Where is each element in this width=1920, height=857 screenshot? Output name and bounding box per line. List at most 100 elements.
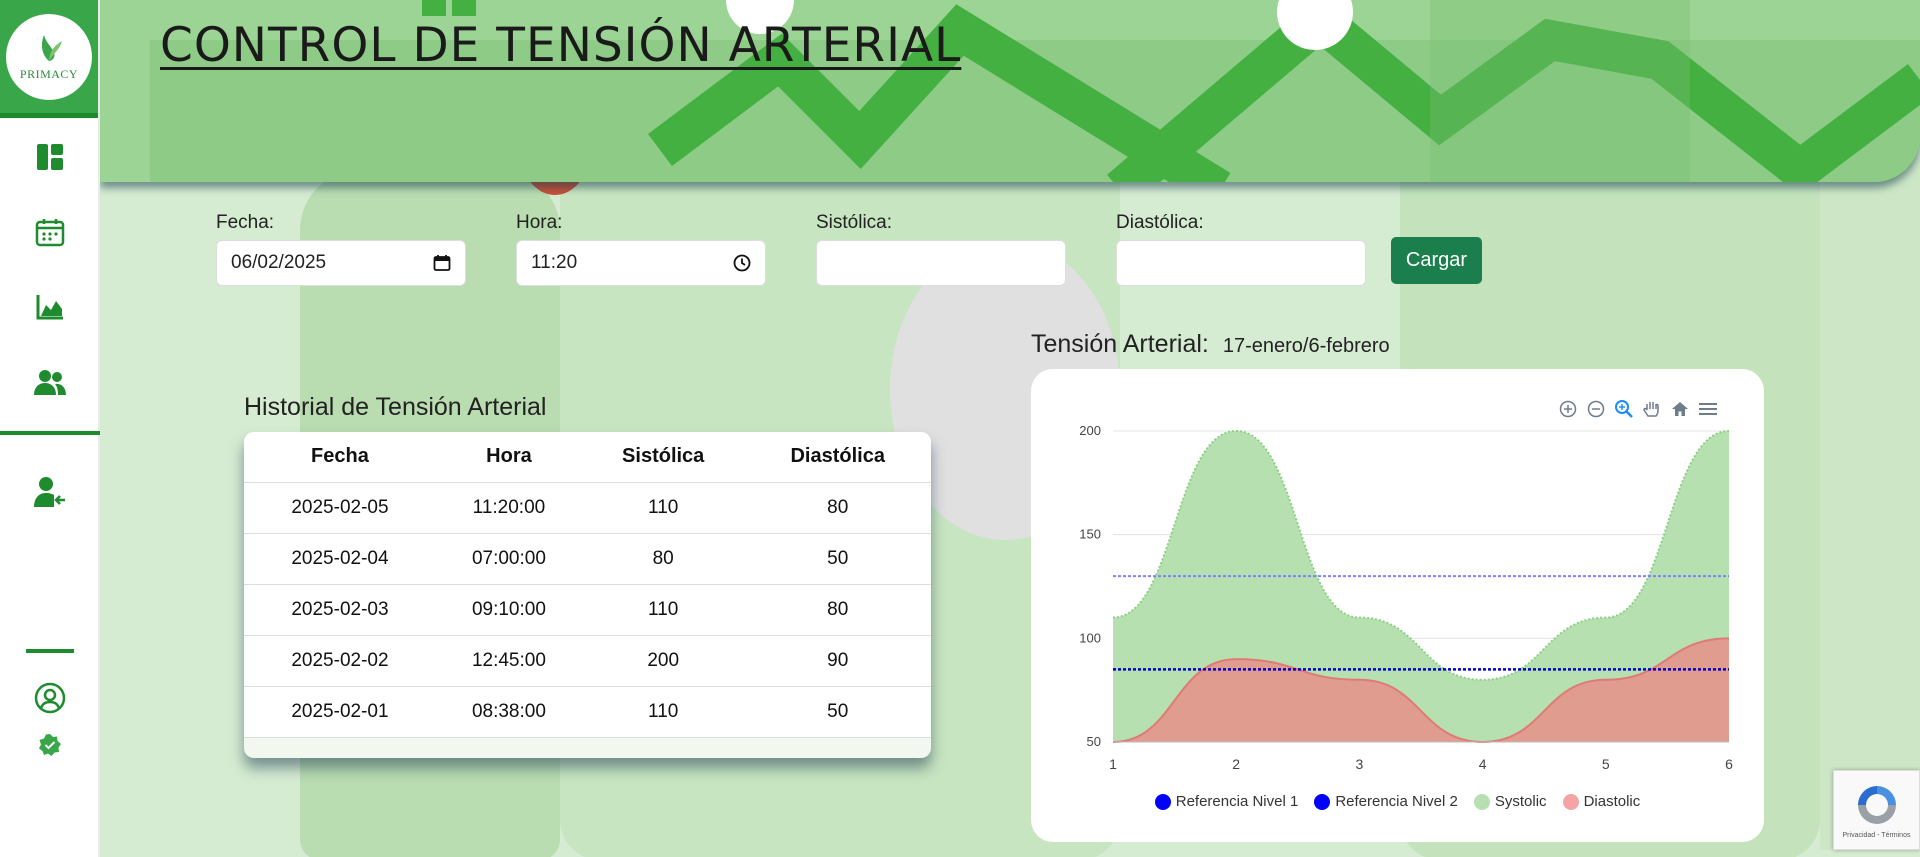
sidebar: PRIMACY xyxy=(0,0,100,857)
user-circle-icon xyxy=(34,682,66,714)
fecha-value: 06/02/2025 xyxy=(231,252,327,273)
column-header-fecha: Fecha xyxy=(244,432,436,483)
history-table: Fecha Hora Sistólica Diastólica 2025-02-… xyxy=(244,432,931,738)
legend-item[interactable]: Referencia Nivel 2 xyxy=(1314,793,1458,810)
x-tick-label: 4 xyxy=(1479,756,1487,772)
calendar-picker-icon[interactable] xyxy=(433,254,451,272)
hora-label: Hora: xyxy=(516,212,563,233)
verified-badge-icon xyxy=(39,734,61,756)
legend-label: Systolic xyxy=(1494,793,1547,810)
diastolica-input[interactable] xyxy=(1116,240,1366,286)
table-row: 2025-02-01 08:38:00 110 50 xyxy=(244,686,931,738)
column-header-diastolica: Diastólica xyxy=(744,432,931,483)
cell-fecha: 2025-02-04 xyxy=(244,533,436,585)
fecha-field: Fecha: 06/02/2025 xyxy=(216,212,466,286)
leaf-icon xyxy=(41,35,62,61)
cell-hora: 09:10:00 xyxy=(435,584,582,636)
legend-marker xyxy=(1562,793,1579,810)
logo-text: PRIMACY xyxy=(19,67,79,81)
table-header-row: Fecha Hora Sistólica Diastólica xyxy=(244,432,931,483)
clock-icon[interactable] xyxy=(733,254,751,272)
legend-marker xyxy=(1154,793,1171,810)
cell-hora: 08:38:00 xyxy=(435,686,582,738)
sistolica-label: Sistólica: xyxy=(816,212,893,233)
recaptcha-text: Privacidad - Términos xyxy=(1842,831,1911,839)
user-return-icon xyxy=(34,477,65,507)
sistolica-field: Sistólica: xyxy=(816,212,1066,286)
cell-diastolica: 50 xyxy=(744,533,931,585)
history-title: Historial de Tensión Arterial xyxy=(244,393,547,421)
y-tick-label: 50 xyxy=(1087,734,1101,749)
legend-label: Referencia Nivel 1 xyxy=(1175,793,1299,810)
cell-hora: 07:00:00 xyxy=(435,533,582,585)
dashboard-icon xyxy=(37,144,63,170)
sidebar-divider-short xyxy=(26,649,74,653)
chart-legend: Referencia Nivel 1 Referencia Nivel 2 Sy… xyxy=(1031,793,1764,810)
legend-label: Diastolic xyxy=(1583,793,1641,810)
cell-sistolica: 200 xyxy=(581,635,745,687)
chart-date-range: 17-enero/6-febrero xyxy=(1222,335,1390,357)
cell-sistolica: 110 xyxy=(581,482,745,534)
sidebar-item-users[interactable] xyxy=(32,364,68,400)
recaptcha-icon xyxy=(1857,785,1896,824)
chart-header: Tensión Arterial: 17-enero/6-febrero xyxy=(1031,330,1390,359)
legend-label: Referencia Nivel 2 xyxy=(1335,793,1458,810)
cargar-button[interactable]: Cargar xyxy=(1391,237,1482,284)
cell-hora: 11:20:00 xyxy=(435,482,582,534)
x-tick-label: 6 xyxy=(1725,756,1733,772)
cell-diastolica: 50 xyxy=(744,686,931,738)
sidebar-item-dashboard[interactable] xyxy=(32,139,68,175)
users-icon xyxy=(34,370,66,395)
fecha-label: Fecha: xyxy=(216,212,275,233)
legend-marker xyxy=(1473,793,1490,810)
sidebar-divider xyxy=(0,431,100,435)
hora-input[interactable]: 11:20 xyxy=(516,240,766,286)
cell-fecha: 2025-02-02 xyxy=(244,635,436,687)
cell-sistolica: 110 xyxy=(581,584,745,636)
x-tick-label: 5 xyxy=(1602,756,1610,772)
cell-diastolica: 80 xyxy=(744,584,931,636)
cell-hora: 12:45:00 xyxy=(435,635,582,687)
sistolica-input[interactable] xyxy=(816,240,1066,286)
legend-item[interactable]: Diastolic xyxy=(1562,793,1641,810)
cell-diastolica: 90 xyxy=(744,635,931,687)
blood-pressure-chart: 50 100 150 200 1 2 3 4 5 6 xyxy=(1079,423,1733,772)
sidebar-item-calendar[interactable] xyxy=(32,214,68,250)
legend-marker xyxy=(1314,793,1331,810)
page-title: CONTROL DE TENSIÓN ARTERIAL xyxy=(160,18,962,73)
app-logo[interactable]: PRIMACY xyxy=(6,13,92,100)
sidebar-item-chart[interactable] xyxy=(32,289,68,325)
y-tick-label: 100 xyxy=(1079,630,1101,645)
calendar-icon xyxy=(35,219,65,247)
chart-title: Tensión Arterial: xyxy=(1031,330,1209,358)
fecha-input[interactable]: 06/02/2025 xyxy=(216,240,466,286)
table-row: 2025-02-03 09:10:00 110 80 xyxy=(244,584,931,636)
table-row: 2025-02-05 11:20:00 110 80 xyxy=(244,482,931,534)
cell-diastolica: 80 xyxy=(744,482,931,534)
cell-fecha: 2025-02-03 xyxy=(244,584,436,636)
sidebar-item-verified[interactable] xyxy=(32,727,68,763)
y-tick-label: 150 xyxy=(1079,527,1101,542)
history-table-card: Fecha Hora Sistólica Diastólica 2025-02-… xyxy=(244,432,931,758)
sidebar-item-user-return[interactable] xyxy=(32,474,68,510)
recaptcha-badge[interactable]: Privacidad - Términos xyxy=(1833,770,1920,850)
cell-sistolica: 110 xyxy=(581,686,745,738)
cell-fecha: 2025-02-01 xyxy=(244,686,436,738)
diastolica-label: Diastólica: xyxy=(1116,212,1204,233)
chart-card: 50 100 150 200 1 2 3 4 5 6 Referencia Nivel 1 Ref… xyxy=(1031,369,1764,842)
area-chart-icon xyxy=(36,295,63,320)
x-tick-label: 1 xyxy=(1109,756,1117,772)
hora-field: Hora: 11:20 xyxy=(516,212,766,286)
sidebar-item-profile[interactable] xyxy=(32,680,68,716)
x-tick-label: 3 xyxy=(1356,756,1364,772)
table-row: 2025-02-04 07:00:00 80 50 xyxy=(244,533,931,585)
logo-container: PRIMACY xyxy=(0,0,98,118)
legend-item[interactable]: Systolic xyxy=(1473,793,1547,810)
hora-value: 11:20 xyxy=(531,252,578,273)
y-tick-label: 200 xyxy=(1079,423,1101,438)
legend-item[interactable]: Referencia Nivel 1 xyxy=(1154,793,1299,810)
diastolica-field: Diastólica: xyxy=(1116,212,1366,286)
cell-sistolica: 80 xyxy=(581,533,745,585)
column-header-sistolica: Sistólica xyxy=(581,432,745,483)
cell-fecha: 2025-02-05 xyxy=(244,482,436,534)
